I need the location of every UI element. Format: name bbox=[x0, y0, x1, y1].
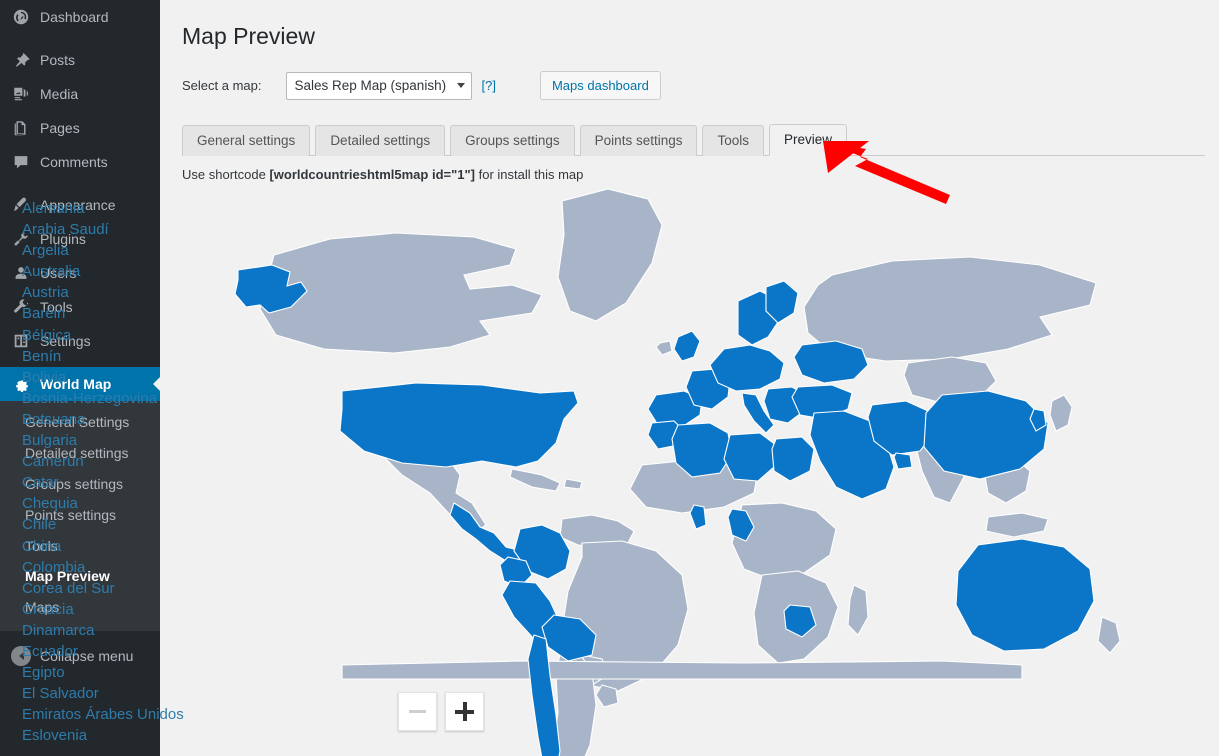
shortcode-suffix: for install this map bbox=[475, 166, 584, 182]
country-link[interactable]: Bosnia-Herzegovina bbox=[22, 388, 237, 409]
map-country-unselected[interactable] bbox=[595, 684, 619, 708]
tab-label: Detailed settings bbox=[330, 133, 431, 149]
country-link[interactable]: Chequia bbox=[22, 493, 237, 514]
map-country-selected[interactable] bbox=[689, 504, 707, 530]
chevron-down-icon bbox=[456, 83, 465, 89]
tab-groups-settings[interactable]: Groups settings bbox=[450, 124, 575, 156]
map-country-unselected[interactable] bbox=[341, 660, 1023, 680]
sidebar-item-comments[interactable]: Comments bbox=[0, 145, 160, 179]
sidebar-item-pages[interactable]: Pages bbox=[0, 111, 160, 145]
tab-points-settings[interactable]: Points settings bbox=[579, 124, 698, 156]
maps-dashboard-label: Maps dashboard bbox=[551, 78, 649, 94]
country-link[interactable]: Arabia Saudí bbox=[22, 219, 237, 240]
country-link[interactable]: Bélgica bbox=[22, 325, 237, 346]
country-link[interactable]: Croacia bbox=[22, 599, 237, 620]
country-link[interactable]: Alemania bbox=[22, 198, 237, 219]
tab-detailed-settings[interactable]: Detailed settings bbox=[315, 124, 446, 156]
dashboard-icon bbox=[11, 7, 31, 27]
sidebar-item-label: Posts bbox=[40, 52, 76, 68]
country-link-list: Alemania Arabia Saudí Argelia Australia Aust… bbox=[22, 198, 237, 746]
sidebar-item-posts[interactable]: Posts bbox=[0, 43, 160, 77]
shortcode-hint: Use shortcode [worldcountrieshtml5map id… bbox=[182, 167, 1219, 182]
country-link[interactable]: Corea del Sur bbox=[22, 578, 237, 599]
shortcode-code: [worldcountrieshtml5map id="1"] bbox=[269, 166, 475, 182]
country-link[interactable]: Egipto bbox=[22, 662, 237, 683]
country-link[interactable]: Austria bbox=[22, 282, 237, 303]
country-link[interactable]: Botsuana bbox=[22, 409, 237, 430]
zoom-in-button[interactable] bbox=[445, 692, 484, 731]
country-link[interactable]: Australia bbox=[22, 261, 237, 282]
media-icon bbox=[11, 84, 31, 104]
shortcode-prefix: Use shortcode bbox=[182, 166, 270, 182]
map-country-unselected[interactable] bbox=[985, 512, 1049, 538]
map-country-selected[interactable] bbox=[723, 432, 777, 482]
sidebar-item-label: Pages bbox=[40, 120, 80, 136]
comments-icon bbox=[11, 152, 31, 172]
map-select-dropdown[interactable]: Sales Rep Map (spanish) bbox=[285, 71, 472, 100]
map-country-selected[interactable] bbox=[771, 436, 815, 482]
map-country-selected[interactable] bbox=[339, 382, 579, 468]
map-country-selected[interactable] bbox=[893, 452, 913, 470]
help-link[interactable]: [?] bbox=[482, 78, 496, 93]
country-link[interactable]: Argelia bbox=[22, 240, 237, 261]
select-map-label: Select a map: bbox=[182, 78, 262, 94]
country-link[interactable]: Bolivia bbox=[22, 367, 237, 388]
wordpress-admin-screen: Dashboard Posts Media Pages Comments App… bbox=[0, 0, 1219, 756]
sidebar-item-label: Media bbox=[40, 86, 79, 102]
settings-tabs: General settings Detailed settings Group… bbox=[182, 123, 1205, 156]
tab-label: Groups settings bbox=[465, 133, 560, 149]
map-select-value: Sales Rep Map (spanish) bbox=[294, 78, 447, 94]
sidebar-item-label: Comments bbox=[40, 154, 108, 170]
map-country-unselected[interactable] bbox=[563, 478, 583, 490]
country-link[interactable]: Colombia bbox=[22, 557, 237, 578]
country-link[interactable]: Chile bbox=[22, 514, 237, 535]
tab-label: Points settings bbox=[594, 133, 683, 149]
zoom-out-button[interactable] bbox=[398, 692, 437, 731]
map-country-unselected[interactable] bbox=[847, 584, 869, 636]
map-country-unselected[interactable] bbox=[1049, 394, 1073, 432]
map-country-selected[interactable] bbox=[527, 634, 561, 756]
map-country-unselected[interactable] bbox=[557, 188, 663, 322]
country-link[interactable]: El Salvador bbox=[22, 683, 237, 704]
sidebar-item-dashboard[interactable]: Dashboard bbox=[0, 0, 160, 34]
sidebar-item-label: Dashboard bbox=[40, 9, 109, 25]
minus-icon bbox=[409, 710, 426, 713]
tab-label: Tools bbox=[717, 133, 749, 149]
sidebar-item-media[interactable]: Media bbox=[0, 77, 160, 111]
country-link[interactable]: Dinamarca bbox=[22, 620, 237, 641]
tab-preview[interactable]: Preview bbox=[768, 123, 847, 156]
world-map-svg[interactable] bbox=[222, 185, 1212, 756]
tab-tools[interactable]: Tools bbox=[702, 124, 764, 156]
map-selector-row: Select a map: Sales Rep Map (spanish) [?… bbox=[182, 71, 1219, 101]
pages-icon bbox=[11, 118, 31, 138]
country-link[interactable]: China bbox=[22, 536, 237, 557]
map-country-selected[interactable] bbox=[673, 330, 701, 362]
country-link[interactable]: Emiratos Árabes Unidos bbox=[22, 704, 237, 725]
tab-general-settings[interactable]: General settings bbox=[182, 124, 311, 156]
map-country-selected[interactable] bbox=[923, 390, 1049, 480]
maps-dashboard-button[interactable]: Maps dashboard bbox=[539, 71, 661, 101]
map-country-unselected[interactable] bbox=[1097, 616, 1121, 654]
map-country-selected[interactable] bbox=[955, 538, 1095, 652]
map-country-selected[interactable] bbox=[709, 344, 785, 392]
tab-label: Preview bbox=[783, 132, 832, 148]
country-link[interactable]: Bulgaria bbox=[22, 430, 237, 451]
map-zoom-controls bbox=[398, 692, 484, 731]
country-link[interactable]: Catar bbox=[22, 472, 237, 493]
country-link[interactable]: Benín bbox=[22, 346, 237, 367]
map-country-unselected[interactable] bbox=[655, 340, 673, 356]
country-link[interactable]: Eslovenia bbox=[22, 725, 237, 746]
country-link[interactable]: Camerún bbox=[22, 451, 237, 472]
country-link[interactable]: Baréin bbox=[22, 303, 237, 324]
country-link[interactable]: Ecuador bbox=[22, 641, 237, 662]
world-map[interactable] bbox=[222, 185, 1212, 756]
page-title: Map Preview bbox=[182, 23, 315, 49]
pin-icon bbox=[11, 50, 31, 70]
map-country-selected[interactable] bbox=[793, 340, 869, 384]
plus-icon bbox=[455, 702, 474, 721]
tab-label: General settings bbox=[197, 133, 296, 149]
map-country-unselected[interactable] bbox=[509, 468, 561, 492]
